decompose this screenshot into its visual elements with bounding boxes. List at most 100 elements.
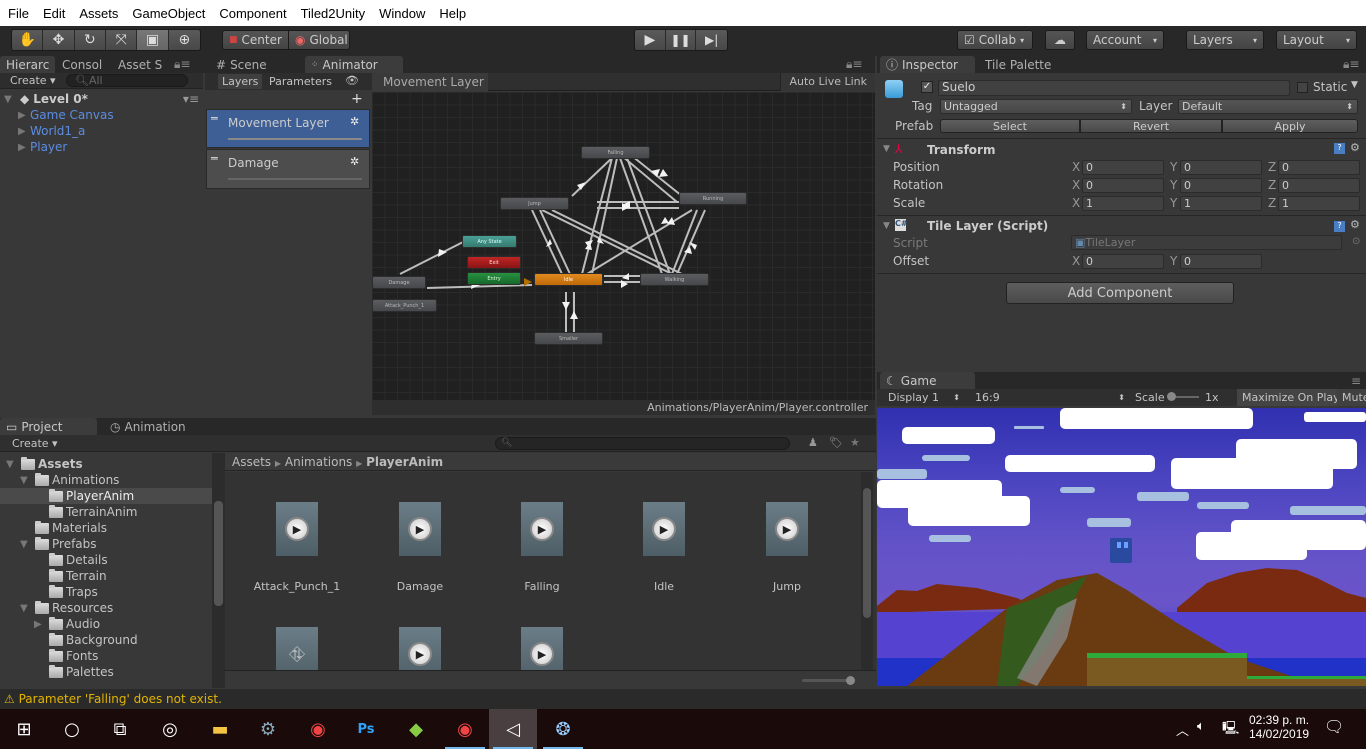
- scale-slider[interactable]: [1167, 392, 1199, 401]
- hierarchy-item[interactable]: ▶ World1_a: [18, 123, 85, 139]
- expand-icon[interactable]: ▶: [18, 110, 30, 121]
- tab-animation[interactable]: ◷ Animation: [104, 418, 192, 435]
- pivot-center-button[interactable]: ■ Center: [222, 30, 289, 50]
- scale-y-input[interactable]: 1: [1180, 196, 1262, 211]
- state-damage[interactable]: Damage: [372, 276, 426, 289]
- drag-handle-icon[interactable]: ═: [211, 112, 218, 125]
- filter-by-type-icon[interactable]: ♟: [808, 436, 818, 449]
- asset-damage[interactable]: ▶ Damage: [370, 501, 470, 593]
- rotation-y-input[interactable]: 0: [1180, 178, 1262, 193]
- clock[interactable]: 02:39 p. m. 14/02/2019: [1249, 713, 1309, 741]
- folder-tree-item[interactable]: Traps: [0, 584, 212, 600]
- expand-icon[interactable]: ▼: [20, 475, 32, 486]
- game-viewport[interactable]: [877, 408, 1366, 686]
- breadcrumb-movement-layer[interactable]: Movement Layer: [372, 73, 488, 91]
- mute-toggle[interactable]: Mute: [1337, 389, 1366, 406]
- expand-icon[interactable]: ▼: [20, 539, 32, 550]
- hierarchy-item[interactable]: ▶ Game Canvas: [18, 107, 114, 123]
- drag-handle-icon[interactable]: ═: [211, 152, 218, 165]
- state-walking[interactable]: Walking: [640, 273, 709, 286]
- gear-icon[interactable]: ✲: [350, 155, 359, 168]
- animator-graph[interactable]: Falling Jump Running Idle Walking Smalle…: [372, 92, 875, 400]
- move-tool-icon[interactable]: ✥: [43, 30, 75, 50]
- aspect-dropdown[interactable]: 16:9 ⬍: [969, 390, 1129, 405]
- expand-icon[interactable]: ▶: [18, 142, 30, 153]
- create-dropdown[interactable]: Create ▾: [10, 74, 56, 87]
- state-entry[interactable]: Entry: [467, 272, 521, 285]
- task-view-icon[interactable]: ⧉: [96, 709, 144, 749]
- gear-icon[interactable]: ✲: [350, 115, 359, 128]
- state-smaller[interactable]: Smaller: [534, 332, 603, 345]
- layer-damage[interactable]: ═ Damage ✲: [206, 149, 370, 189]
- prefab-apply-button[interactable]: Apply: [1222, 119, 1358, 133]
- layer-dropdown[interactable]: Default ⬍: [1178, 99, 1358, 114]
- create-dropdown[interactable]: Create ▾: [12, 437, 58, 450]
- tab-layers[interactable]: Layers: [218, 74, 263, 89]
- folder-tree-item[interactable]: ▼ Prefabs: [0, 536, 212, 552]
- status-bar[interactable]: ⚠ Parameter 'Falling' does not exist.: [0, 689, 1366, 709]
- asset-jump[interactable]: ▶ Jump: [737, 501, 837, 593]
- thumbnail-size-slider[interactable]: [802, 676, 855, 685]
- favorites-star-icon[interactable]: ★: [850, 436, 860, 449]
- account-dropdown[interactable]: Account ▾: [1086, 30, 1164, 50]
- static-checkbox[interactable]: [1297, 82, 1308, 93]
- pivot-global-button[interactable]: ◉ Global: [288, 30, 350, 50]
- aseprite-icon[interactable]: ◆: [392, 709, 440, 749]
- tab-tile-palette[interactable]: Tile Palette: [979, 56, 1057, 73]
- layers-dropdown[interactable]: Layers ▾: [1186, 30, 1264, 50]
- rect-tool-icon[interactable]: ▣: [137, 30, 169, 50]
- eye-icon[interactable]: 👁︎: [345, 74, 359, 87]
- tab-project[interactable]: ▭ Project: [0, 418, 97, 435]
- folder-tree-item[interactable]: Background: [0, 632, 212, 648]
- hierarchy-item[interactable]: ▶ Player: [18, 139, 67, 155]
- state-jump[interactable]: Jump: [500, 197, 569, 210]
- expand-icon[interactable]: ▼: [883, 221, 890, 231]
- menu-window[interactable]: Window: [371, 6, 431, 21]
- rotation-z-input[interactable]: 0: [1278, 178, 1360, 193]
- windows-start-icon[interactable]: ⊞: [0, 709, 48, 749]
- add-layer-button[interactable]: +: [351, 91, 363, 107]
- steam-icon[interactable]: ⚙: [244, 709, 292, 749]
- folder-tree-item[interactable]: ▶ Audio: [0, 616, 212, 632]
- help-icon[interactable]: ?: [1334, 221, 1345, 232]
- offset-x-input[interactable]: 0: [1082, 254, 1164, 269]
- offset-y-input[interactable]: 0: [1180, 254, 1262, 269]
- static-dropdown-icon[interactable]: ▼: [1351, 80, 1358, 90]
- asset-animator-controller[interactable]: ⛗: [247, 626, 347, 670]
- expand-icon[interactable]: ▼: [883, 144, 890, 154]
- state-exit[interactable]: Exit: [467, 256, 521, 269]
- active-checkbox[interactable]: ✓: [921, 81, 933, 93]
- lock-icon[interactable]: 🔒︎≡: [168, 56, 196, 73]
- transform-tool-icon[interactable]: ⊕: [169, 30, 200, 50]
- tray-chevron-up-icon[interactable]: ︿: [1176, 720, 1189, 739]
- layout-dropdown[interactable]: Layout ▾: [1276, 30, 1357, 50]
- auto-live-link-toggle[interactable]: Auto Live Link: [780, 73, 875, 91]
- scale-tool-icon[interactable]: ⤧: [106, 30, 138, 50]
- scale-z-input[interactable]: 1: [1278, 196, 1360, 211]
- folder-tree-item[interactable]: ▼ Resources: [0, 600, 212, 616]
- tab-asset-store[interactable]: Asset S: [112, 56, 168, 73]
- network-icon[interactable]: 🖳︎: [1222, 719, 1239, 741]
- menu-edit[interactable]: Edit: [35, 6, 71, 21]
- rotate-tool-icon[interactable]: ↻: [75, 30, 107, 50]
- prefab-revert-button[interactable]: Revert: [1080, 119, 1222, 133]
- file-explorer-icon[interactable]: ▬: [196, 709, 244, 749]
- state-any-state[interactable]: Any State: [462, 235, 517, 248]
- rotation-x-input[interactable]: 0: [1082, 178, 1164, 193]
- asset-grid-scrollbar[interactable]: [861, 472, 873, 670]
- tag-dropdown[interactable]: Untagged ⬍: [940, 99, 1132, 114]
- add-component-button[interactable]: Add Component: [1006, 282, 1234, 304]
- display-dropdown[interactable]: Display 1 ⬍: [882, 390, 964, 405]
- unity-icon[interactable]: ◁: [489, 709, 537, 749]
- tab-console[interactable]: Consol: [56, 56, 108, 73]
- panel-menu-icon[interactable]: ≡: [1345, 372, 1366, 389]
- asset-idle[interactable]: ▶ Idle: [614, 501, 714, 593]
- prefab-select-button[interactable]: Select: [940, 119, 1080, 133]
- tab-animator[interactable]: ⁘ Animator: [305, 56, 403, 73]
- scale-x-input[interactable]: 1: [1082, 196, 1164, 211]
- cloud-button[interactable]: ☁: [1045, 30, 1075, 50]
- folder-tree-item[interactable]: ▼ Assets: [0, 456, 212, 472]
- folder-tree-item[interactable]: PlayerAnim: [0, 488, 212, 504]
- menu-assets[interactable]: Assets: [71, 6, 124, 21]
- expand-icon[interactable]: ▼: [20, 603, 32, 614]
